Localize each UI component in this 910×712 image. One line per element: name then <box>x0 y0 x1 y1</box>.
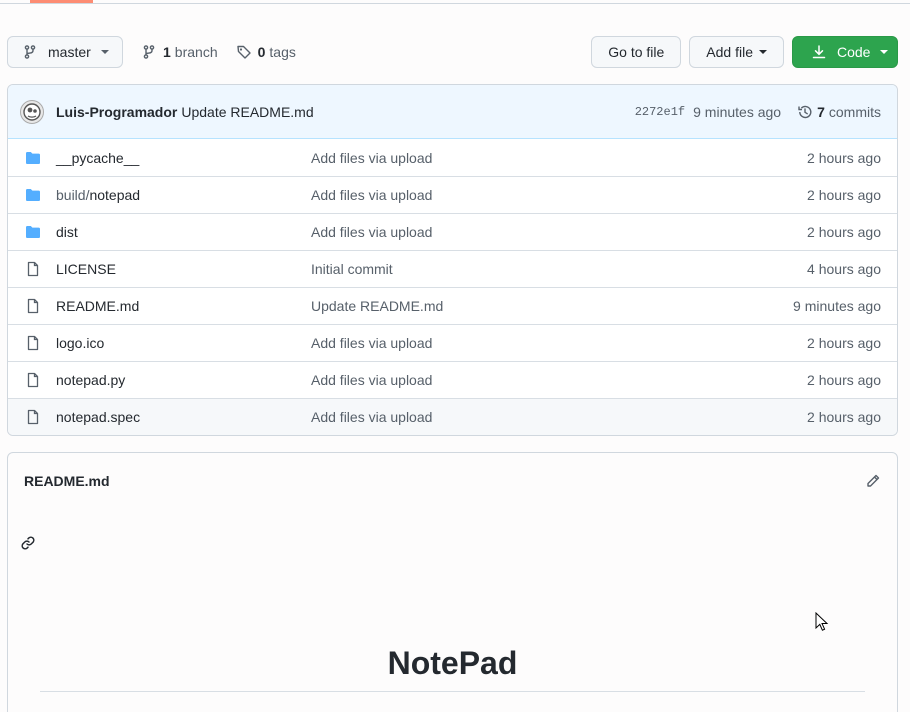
file-row[interactable]: README.md Update README.md 9 minutes ago <box>8 287 897 324</box>
history-icon <box>797 104 813 120</box>
readme-heading: NotePad <box>387 645 518 681</box>
file-commit-message[interactable]: Initial commit <box>311 261 393 277</box>
file-icon <box>25 261 41 277</box>
code-label: Code <box>837 44 871 60</box>
folder-icon <box>25 187 41 203</box>
avatar[interactable] <box>20 99 44 124</box>
folder-icon <box>25 224 41 240</box>
file-row[interactable]: logo.ico Add files via upload 2 hours ago <box>8 324 897 361</box>
file-commit-age: 2 hours ago <box>807 372 881 388</box>
file-name-link[interactable]: README.md <box>56 298 139 314</box>
file-browser: Luis-Programador Update README.md 2272e1… <box>7 84 898 436</box>
branch-icon <box>141 44 157 60</box>
branch-select-button[interactable]: master <box>7 36 123 68</box>
chevron-down-icon <box>100 50 109 54</box>
file-commit-age: 2 hours ago <box>807 409 881 425</box>
tab-bar-border <box>0 3 910 4</box>
file-name-link[interactable]: build/notepad <box>56 187 140 203</box>
commit-message[interactable]: Update README.md <box>181 104 313 120</box>
file-name-link[interactable]: notepad.spec <box>56 409 140 425</box>
readme-header: README.md <box>8 453 897 509</box>
file-commit-age: 9 minutes ago <box>793 298 881 314</box>
readme-panel: README.md NotePad <box>7 452 898 712</box>
chevron-down-icon <box>880 50 889 54</box>
file-icon <box>25 372 41 388</box>
file-list: __pycache__ Add files via upload 2 hours a… <box>8 139 897 435</box>
branches-link[interactable]: 1 branch <box>141 44 218 60</box>
commit-time: 9 minutes ago <box>693 103 782 120</box>
file-row[interactable]: notepad.py Add files via upload 2 hours ag… <box>8 361 897 398</box>
file-name: notepad <box>89 187 141 203</box>
file-commit-message[interactable]: Add files via upload <box>311 409 432 425</box>
file-commit-message[interactable]: Add files via upload <box>311 150 432 166</box>
file-name: dist <box>56 224 78 240</box>
tags-link[interactable]: 0 tags <box>236 44 296 60</box>
pencil-icon[interactable] <box>865 473 881 492</box>
latest-commit-bar: Luis-Programador Update README.md 2272e1… <box>8 85 897 139</box>
go-to-file-button[interactable]: Go to file <box>591 36 682 68</box>
file-commit-message[interactable]: Add files via upload <box>311 372 432 388</box>
branch-count: 1 <box>163 44 171 60</box>
download-icon <box>811 44 827 60</box>
branch-count-label: branch <box>174 44 218 60</box>
commit-author[interactable]: Luis-Programador <box>56 104 177 120</box>
link-icon[interactable] <box>20 535 36 554</box>
file-commit-message[interactable]: Add files via upload <box>311 335 432 351</box>
commit-sha[interactable]: 2272e1f <box>635 105 685 119</box>
tag-count-label: tags <box>269 44 296 60</box>
readme-title[interactable]: README.md <box>24 473 110 489</box>
file-name: logo.ico <box>56 335 105 351</box>
file-commit-age: 2 hours ago <box>807 335 881 351</box>
commit-count-label: commits <box>828 103 881 120</box>
branch-name: master <box>48 44 91 60</box>
file-icon <box>25 409 41 425</box>
file-name: __pycache__ <box>56 149 140 166</box>
file-name-link[interactable]: dist <box>56 224 78 240</box>
code-button[interactable]: Code <box>792 36 898 68</box>
file-commit-age: 2 hours ago <box>807 149 881 166</box>
file-row[interactable]: build/notepad Add files via upload 2 hours… <box>8 176 897 213</box>
file-name-link[interactable]: LICENSE <box>56 261 116 277</box>
file-name: notepad.spec <box>56 409 141 425</box>
file-name: notepad.py <box>56 372 126 388</box>
heading-divider <box>40 691 865 692</box>
file-icon <box>25 298 41 314</box>
file-commit-message[interactable]: Update README.md <box>311 298 443 314</box>
file-name: LICENSE <box>56 261 116 277</box>
file-path-prefix: build/ <box>56 187 90 203</box>
chevron-down-icon <box>759 50 767 54</box>
folder-icon <box>25 150 41 166</box>
file-commit-message[interactable]: Add files via upload <box>311 224 432 240</box>
file-commit-message[interactable]: Add files via upload <box>311 187 432 203</box>
file-commit-age: 4 hours ago <box>807 261 881 277</box>
cursor-icon <box>815 611 829 635</box>
file-row[interactable]: dist Add files via upload 2 hours ago <box>8 213 897 250</box>
file-row[interactable]: notepad.spec Add files via upload 2 hours … <box>8 398 897 435</box>
file-name-link[interactable]: __pycache__ <box>56 150 139 166</box>
file-commit-age: 2 hours ago <box>807 187 881 203</box>
file-commit-age: 2 hours ago <box>807 224 881 240</box>
add-file-button[interactable]: Add file <box>689 36 784 68</box>
repo-toolbar: master 1 branch 0 tags Go to file Add fi… <box>7 36 898 68</box>
file-name-link[interactable]: logo.ico <box>56 335 104 351</box>
branch-icon <box>22 44 38 60</box>
commits-link[interactable]: 7 commits <box>797 104 881 120</box>
commit-count: 7 <box>817 103 825 120</box>
tag-count: 0 <box>257 44 266 60</box>
file-row[interactable]: __pycache__ Add files via upload 2 hours a… <box>8 139 897 176</box>
file-name: README.md <box>56 298 140 314</box>
file-name-link[interactable]: notepad.py <box>56 372 125 388</box>
file-row[interactable]: LICENSE Initial commit 4 hours ago <box>8 250 897 287</box>
file-icon <box>25 335 41 351</box>
add-file-label: Add file <box>706 44 753 60</box>
tag-icon <box>236 44 252 60</box>
